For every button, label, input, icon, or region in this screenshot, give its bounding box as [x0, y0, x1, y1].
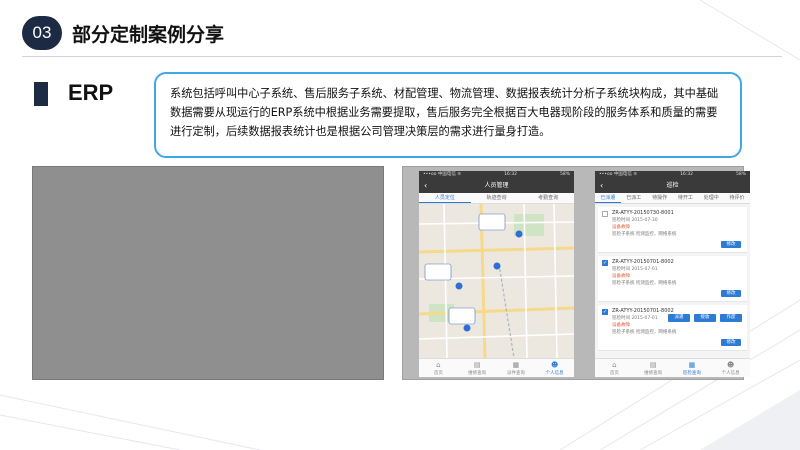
tab-pending[interactable]: 待操作 [647, 193, 673, 203]
order-number: ZR-ATYY-20150730-8001 [612, 210, 674, 216]
order-note: 检测监控，网络系统 [635, 330, 677, 335]
list-icon: ▤ [473, 361, 481, 369]
order-status-text: 设备故障 [612, 225, 630, 230]
status-carrier: •••oo 中国电信 ≋ [599, 172, 638, 177]
nav-home-label: 首页 [609, 371, 619, 376]
accept-button[interactable]: 接收 [694, 314, 716, 322]
order-desc: 巡检子系统 检测监控，网络系统 [612, 329, 743, 336]
header-divider [22, 56, 782, 57]
order-time-label: 巡检时间 [612, 218, 630, 223]
status-time: 16:32 [504, 172, 518, 177]
description-text: 系统包括呼叫中心子系统、售后服务子系统、材配管理、物流管理、数据报表统计分析子系… [170, 87, 719, 138]
nav-dispatch-query[interactable]: ▦ 派件查询 [497, 359, 536, 377]
back-icon[interactable]: ‹ [424, 179, 427, 193]
order-desc-text: 巡检子系统 [612, 281, 635, 286]
title-bar: ‹ 巡检 [595, 179, 750, 193]
nav-profile[interactable]: ☻ 个人信息 [535, 359, 574, 377]
tab-bar: 人员定位 轨迹查询 考勤查询 [419, 193, 574, 204]
nav-repair-query[interactable]: ▤ 维修查询 [634, 359, 673, 377]
dispatch-button[interactable]: 派遣 [668, 314, 690, 322]
list-item[interactable]: ✓ ZR-ATYY-20150701-8002 巡检时间 2015-07-01 … [598, 256, 747, 302]
order-time-value: 2015-07-30 [631, 218, 658, 223]
order-time-value: 2015-07-01 [631, 267, 658, 272]
nav-home-label: 首页 [433, 371, 443, 376]
description-box: 系统包括呼叫中心子系统、售后服务子系统、材配管理、物流管理、数据报表统计分析子系… [154, 72, 742, 158]
erp-label: ERP [68, 80, 114, 105]
nav-profile-label: 个人信息 [545, 371, 564, 376]
nav-home[interactable]: ⌂ 首页 [419, 359, 458, 377]
list-item[interactable]: ZR-ATYY-20150730-8001 巡检时间 2015-07-30 设备… [598, 207, 747, 253]
edit-button[interactable]: 修改 [721, 339, 741, 346]
screen-title: 巡检 [666, 182, 679, 189]
screen-title: 人员管理 [484, 182, 509, 189]
image-placeholder [32, 166, 384, 380]
status-battery: 58% [735, 172, 746, 177]
section-number-badge: 03 [22, 16, 62, 50]
grid-icon: ▦ [688, 361, 696, 369]
edit-button[interactable]: 修改 [721, 290, 741, 297]
order-time: 巡检时间 2015-07-30 [612, 217, 743, 224]
status-battery: 58% [559, 172, 570, 177]
order-checkbox[interactable] [602, 211, 608, 217]
edit-button[interactable]: 修改 [721, 241, 741, 248]
status-bar: •••oo 中国电信 ≋ 16:32 58% [419, 171, 574, 179]
tab-to-evaluate[interactable]: 待评价 [724, 193, 750, 203]
tab-attendance-query[interactable]: 考勤查询 [522, 193, 574, 203]
action-buttons: 派遣 接收 作废 [595, 314, 750, 322]
home-icon: ⌂ [612, 361, 617, 369]
void-button[interactable]: 作废 [720, 314, 742, 322]
status-bar: •••oo 中国电信 ≋ 16:32 58% [595, 171, 750, 179]
order-time: 巡检时间 2015-07-01 [612, 266, 743, 273]
tab-track-query[interactable]: 轨迹查询 [471, 193, 523, 203]
order-status-text: 设备故障 [612, 274, 630, 279]
map-view[interactable] [419, 204, 574, 358]
tab-staff-location[interactable]: 人员定位 [419, 193, 471, 203]
nav-dispatch-label: 派件查询 [506, 371, 525, 376]
tab-dispatched[interactable]: 已派遣 [595, 193, 621, 203]
nav-repair-query[interactable]: ▤ 维修查询 [458, 359, 497, 377]
user-icon: ☻ [726, 361, 735, 369]
phone-screenshots-panel: •••oo 中国电信 ≋ 16:32 58% ‹ 人员管理 人员定位 轨迹查询 … [402, 166, 750, 380]
order-status: 设备故障 [612, 322, 743, 329]
tab-to-start[interactable]: 待开工 [672, 193, 698, 203]
order-desc-text: 巡检子系统 [612, 232, 635, 237]
tab-bar: 已派遣 已派工 待操作 待开工 处理中 待评价 [595, 193, 750, 204]
order-time-label: 巡检时间 [612, 267, 630, 272]
status-carrier: •••oo 中国电信 ≋ [423, 172, 462, 177]
tab-processing[interactable]: 处理中 [698, 193, 724, 203]
order-status: 设备故障 [612, 224, 743, 231]
bottom-nav: ⌂ 首页 ▤ 维修查询 ▦ 巡检查询 ☻ 个人信息 [595, 358, 750, 377]
order-note: 检测监控，网络系统 [635, 281, 677, 286]
nav-inspection-label: 巡检查询 [682, 371, 701, 376]
order-note: 检测监控，网络系统 [635, 232, 677, 237]
phone-inspection-list: •••oo 中国电信 ≋ 16:32 58% ‹ 巡检 已派遣 已派工 待操作 … [595, 171, 750, 377]
grid-icon: ▦ [512, 361, 520, 369]
back-icon[interactable]: ‹ [600, 179, 603, 193]
phone-staff-map: •••oo 中国电信 ≋ 16:32 58% ‹ 人员管理 人员定位 轨迹查询 … [419, 171, 574, 377]
order-desc: 巡检子系统 检测监控，网络系统 [612, 280, 743, 287]
order-number: ZR-ATYY-20150701-8002 [612, 259, 674, 265]
section-title: 部分定制案例分享 [72, 24, 225, 46]
bottom-nav: ⌂ 首页 ▤ 维修查询 ▦ 派件查询 ☻ 个人信息 [419, 358, 574, 377]
order-desc: 巡检子系统 检测监控，网络系统 [612, 231, 743, 238]
erp-marker [34, 82, 48, 106]
nav-home[interactable]: ⌂ 首页 [595, 359, 634, 377]
status-time: 16:32 [680, 172, 694, 177]
list-item[interactable]: ✓ ZR-ATYY-20150701-8002 巡检时间 2015-07-01 … [598, 305, 747, 351]
order-desc-text: 巡检子系统 [612, 330, 635, 335]
nav-inspection-query[interactable]: ▦ 巡检查询 [673, 359, 712, 377]
order-list: ZR-ATYY-20150730-8001 巡检时间 2015-07-30 设备… [595, 204, 750, 358]
order-status-text: 设备故障 [612, 323, 630, 328]
nav-profile-label: 个人信息 [721, 371, 740, 376]
list-icon: ▤ [649, 361, 657, 369]
title-bar: ‹ 人员管理 [419, 179, 574, 193]
nav-repair-label: 维修查询 [644, 371, 663, 376]
home-icon: ⌂ [436, 361, 441, 369]
user-icon: ☻ [550, 361, 559, 369]
nav-repair-label: 维修查询 [468, 371, 487, 376]
order-checkbox[interactable]: ✓ [602, 260, 608, 266]
tab-assigned[interactable]: 已派工 [621, 193, 647, 203]
nav-profile[interactable]: ☻ 个人信息 [711, 359, 750, 377]
order-status: 设备故障 [612, 273, 743, 280]
